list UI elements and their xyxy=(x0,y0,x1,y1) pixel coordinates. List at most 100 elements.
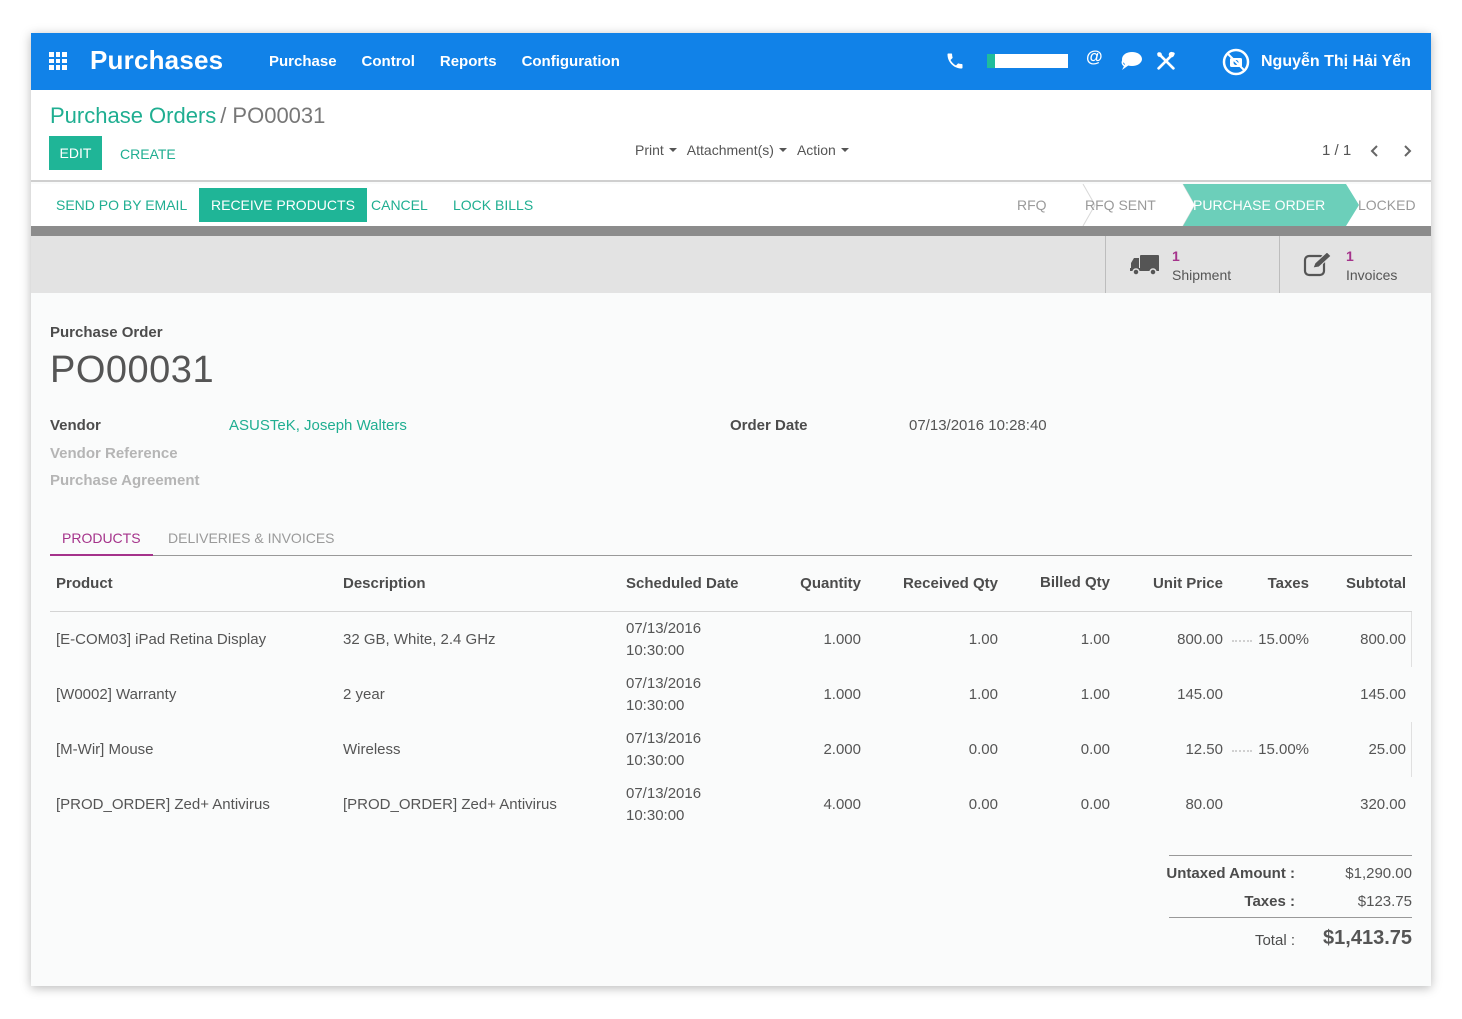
tab-products[interactable]: PRODUCTS xyxy=(62,530,141,546)
chat-icon[interactable] xyxy=(1119,51,1143,71)
total-label: Total : xyxy=(1254,932,1295,949)
lock-bills-button[interactable]: LOCK BILLS xyxy=(453,188,533,222)
row-edge-divider xyxy=(1411,722,1412,777)
cell-unit-price: 80.00 xyxy=(1185,796,1223,813)
menu-purchase[interactable]: Purchase xyxy=(269,53,337,70)
print-label: Print xyxy=(635,142,664,158)
cancel-button[interactable]: CANCEL xyxy=(371,188,428,222)
stage-purchase-order[interactable]: PURCHASE ORDER xyxy=(1193,184,1325,226)
mention-at-icon[interactable]: @ xyxy=(1086,47,1103,67)
breadcrumb-purchase-orders[interactable]: Purchase Orders xyxy=(50,103,216,128)
cell-subtotal: 320.00 xyxy=(1360,796,1406,813)
stage-locked[interactable]: LOCKED xyxy=(1358,184,1416,226)
cell-billed-qty: 0.00 xyxy=(1080,796,1110,813)
cell-description: [PROD_ORDER] Zed+ Antivirus xyxy=(343,796,557,813)
taxes-value: $123.75 xyxy=(1357,893,1412,910)
table-row[interactable]: [E-COM03] iPad Retina Display 32 GB, Whit… xyxy=(50,612,1412,667)
table-row[interactable]: [W0002] Warranty 2 year 07/13/2016 10:30:00… xyxy=(50,667,1412,722)
caret-down-icon xyxy=(778,148,787,152)
breadcrumb: Purchase Orders / PO00031 xyxy=(50,103,325,129)
edit-button[interactable]: EDIT xyxy=(49,136,102,170)
cell-scheduled-date: 07/13/2016 10:30:00 xyxy=(626,783,701,827)
form-type-label: Purchase Order xyxy=(50,324,163,341)
breadcrumb-current: PO00031 xyxy=(232,103,326,128)
col-description[interactable]: Description xyxy=(343,575,426,592)
notebook-tabs: PRODUCTS DELIVERIES & INVOICES xyxy=(50,527,1412,556)
col-billed-qty[interactable]: Billed Qty xyxy=(1040,574,1110,591)
vendor-label: Vendor xyxy=(50,417,101,434)
edit-icon xyxy=(1303,251,1332,277)
presence-status-fill xyxy=(987,54,996,68)
vendor-reference-label: Vendor Reference xyxy=(50,445,178,462)
cell-time: 10:30:00 xyxy=(626,697,685,714)
order-date-label: Order Date xyxy=(730,417,808,434)
col-subtotal[interactable]: Subtotal xyxy=(1346,575,1406,592)
order-lines-header: Product Description Scheduled Date Quant… xyxy=(50,561,1412,612)
cell-unit-price: 145.00 xyxy=(1177,686,1223,703)
cell-time: 10:30:00 xyxy=(626,807,685,824)
row-edge-divider xyxy=(1411,612,1412,667)
user-name[interactable]: Nguyễn Thị Hải Yến xyxy=(1261,53,1411,71)
invoices-count: 1 xyxy=(1346,248,1354,264)
pager-previous-icon[interactable] xyxy=(1368,143,1382,159)
totals-bottom-divider xyxy=(1169,917,1412,918)
cell-time: 10:30:00 xyxy=(626,752,685,769)
vendor-link[interactable]: ASUSTeK, Joseph Walters xyxy=(229,417,407,434)
send-po-by-email-button[interactable]: SEND PO BY EMAIL xyxy=(56,188,187,222)
totals-top-divider xyxy=(1169,855,1412,856)
cell-time: 10:30:00 xyxy=(626,642,685,659)
print-dropdown[interactable]: Print xyxy=(635,142,677,158)
statusbar: SEND PO BY EMAIL RECEIVE PRODUCTS CANCEL… xyxy=(31,184,1431,226)
cell-date: 07/13/2016 xyxy=(626,675,702,692)
cell-product: [W0002] Warranty xyxy=(56,686,177,703)
stage-rfq-sent[interactable]: RFQ SENT xyxy=(1085,184,1156,226)
invoices-smart-button[interactable]: 1 Invoices xyxy=(1279,236,1431,293)
tools-icon[interactable] xyxy=(1155,50,1177,72)
main-menu: Purchase Control Reports Configuration xyxy=(269,53,645,70)
col-scheduled-date[interactable]: Scheduled Date xyxy=(626,575,739,592)
create-button[interactable]: CREATE xyxy=(120,146,176,162)
action-label: Action xyxy=(796,142,836,158)
menu-control[interactable]: Control xyxy=(362,53,415,70)
button-box: 1 Shipment 1 Invoices xyxy=(31,236,1431,293)
phone-icon[interactable] xyxy=(945,51,965,71)
apps-grid-icon[interactable] xyxy=(49,52,67,70)
col-quantity[interactable]: Quantity xyxy=(800,575,861,592)
presence-status-bar[interactable] xyxy=(987,54,1068,68)
purchase-agreement-label: Purchase Agreement xyxy=(50,472,200,489)
table-row[interactable]: [PROD_ORDER] Zed+ Antivirus [PROD_ORDER] … xyxy=(50,777,1412,832)
cell-description: 32 GB, White, 2.4 GHz xyxy=(343,631,496,648)
invoices-label: Invoices xyxy=(1346,267,1398,283)
action-dropdown[interactable]: Action xyxy=(797,142,849,158)
menu-reports[interactable]: Reports xyxy=(440,53,497,70)
col-unit-price[interactable]: Unit Price xyxy=(1153,575,1223,592)
shipment-label: Shipment xyxy=(1172,267,1232,283)
menu-configuration[interactable]: Configuration xyxy=(522,53,620,70)
col-taxes[interactable]: Taxes xyxy=(1268,575,1309,592)
col-product[interactable]: Product xyxy=(56,575,113,592)
cell-taxes: 15.00% xyxy=(1258,741,1309,758)
order-date-value: 07/13/2016 10:28:40 xyxy=(909,417,1047,434)
cell-description: 2 year xyxy=(343,686,385,703)
active-tab-indicator xyxy=(50,554,153,556)
tab-deliveries-invoices[interactable]: DELIVERIES & INVOICES xyxy=(168,530,335,546)
truck-icon xyxy=(1130,255,1159,276)
app-window: Purchases Purchase Control Reports Confi… xyxy=(31,33,1431,986)
cell-subtotal: 25.00 xyxy=(1368,741,1406,758)
pager-next-icon[interactable] xyxy=(1400,143,1414,159)
cell-unit-price: 12.50 xyxy=(1185,741,1223,758)
receive-products-button[interactable]: RECEIVE PRODUCTS xyxy=(199,188,367,222)
cell-billed-qty: 0.00 xyxy=(1080,741,1110,758)
untaxed-amount-label: Untaxed Amount : xyxy=(1166,865,1295,882)
cell-quantity: 1.000 xyxy=(823,686,861,703)
cell-quantity: 2.000 xyxy=(823,741,861,758)
caret-down-icon xyxy=(840,148,849,152)
stage-rfq[interactable]: RFQ xyxy=(1017,184,1047,226)
taxes-label: Taxes : xyxy=(1244,893,1295,910)
col-received-qty[interactable]: Received Qty xyxy=(903,575,998,592)
user-avatar-icon[interactable] xyxy=(1222,48,1250,76)
caret-down-icon xyxy=(668,148,677,152)
attachments-dropdown[interactable]: Attachment(s) xyxy=(687,142,787,158)
shipment-smart-button[interactable]: 1 Shipment xyxy=(1105,236,1280,293)
table-row[interactable]: [M-Wir] Mouse Wireless 07/13/2016 10:30:00 2… xyxy=(50,722,1412,777)
